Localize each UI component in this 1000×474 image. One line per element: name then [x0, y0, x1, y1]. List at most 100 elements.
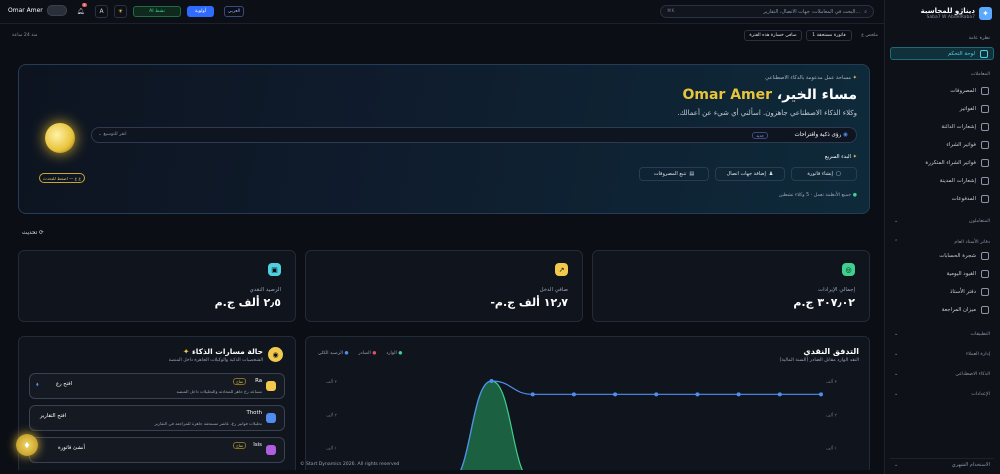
sidebar-item-general-ledger[interactable]: دفتر الأستاذ [890, 285, 994, 298]
data-point [819, 392, 823, 397]
search-icon: ⌕ [864, 8, 867, 15]
open-agent-button[interactable]: افتح رع [56, 381, 72, 387]
sidebar-item-label: ميزان المراجعة [941, 306, 976, 313]
sidebar-group-ledger[interactable]: دفاتر الأستاذ العام ⌃ [890, 237, 994, 247]
ai-agents-panel: ◉ حالة مسارات الذكاء ✦ الشخصيات الذكية و… [18, 336, 296, 470]
y-tick-left: ١ ألف [326, 445, 337, 452]
priority-button[interactable]: أولوية [187, 6, 214, 17]
series-line-balance [459, 380, 821, 470]
language-button[interactable]: العربي [224, 6, 244, 17]
sidebar-item-debit-notes[interactable]: إشعارات المدينة [890, 174, 994, 187]
sidebar-item-trial-balance[interactable]: ميزان المراجعة [890, 303, 994, 316]
y-tick-right: ٢ ألف [826, 411, 838, 418]
sidebar-item-credit-notes[interactable]: إشعارات الدائنة [890, 120, 994, 133]
card-icon [981, 194, 989, 203]
thoth-icon [266, 413, 276, 423]
main-content: ✦ مساحة عمل مدعومة بالذكاء الاصطناعي مسا… [6, 50, 878, 470]
kpi-value: ٣٠٧٫٠٢ ج.م [793, 296, 855, 309]
track-expenses-button[interactable]: ▤ تتبع المصروفات [639, 167, 709, 181]
app-root: ✦ ديناژو للمحاسبة Saba7 W AbdelRaba7 نظر… [0, 0, 1000, 474]
agent-desc: مساعد رع جاهز للمحادثة والتحليلات داخل ا… [176, 389, 263, 394]
voice-orb[interactable] [45, 123, 75, 153]
sun-icon [266, 381, 276, 391]
sidebar-item-label: الفواتير [959, 105, 976, 112]
user-menu[interactable]: Omar Amer [8, 5, 67, 16]
hero-panel: ✦ مساحة عمل مدعومة بالذكاء الاصطناعي مسا… [18, 64, 870, 214]
monthly-usage[interactable]: الاستخدام الشهري ⌄ [890, 458, 994, 470]
agent-card-ra[interactable]: Ra متاح مساعد رع جاهز للمحادثة والتحليلا… [29, 373, 285, 399]
voice-orb-tag[interactable]: ع ع — اضغط للتحدث [39, 173, 85, 183]
section-transactions: المعاملات [970, 72, 990, 77]
avatar [46, 5, 67, 16]
sparkle-icon: ✦ [183, 347, 190, 356]
sidebar-item-label: فواتير الشراء المتكررة [925, 159, 976, 166]
greeting-name: Omar Amer [682, 87, 773, 103]
sidebar-item-dashboard[interactable]: لوحة التحكم [890, 47, 994, 60]
open-reports-button[interactable]: افتح التقارير [40, 413, 66, 419]
kpi-card-net-income[interactable]: ↗ صافي الدخل -١٢٫٧ ألف ج.م [305, 250, 583, 322]
agent-card-isis[interactable]: Isis متاح أنشئ فاتورة [29, 437, 285, 463]
bell-icon[interactable]: 🔔︎ 5 [74, 3, 87, 18]
sidebar-item-invoices[interactable]: الفواتير [890, 102, 994, 115]
agent-name: Thoth [246, 410, 262, 416]
brand-logo-icon: ✦ [979, 6, 992, 20]
sidebar-group-ai[interactable]: الذكاء الاصطناعي ⌄ [890, 369, 994, 379]
search-shortcut: ⌘K [667, 9, 675, 14]
sidebar-item-journal[interactable]: القيود اليومية [890, 267, 994, 280]
insights-toggle[interactable]: ◉ رؤى ذكية واقتراحات جديد ⌄ انقر للتوسيع [91, 127, 857, 143]
sidebar-group-label: دفاتر الأستاذ العام [954, 239, 990, 245]
agent-name: Ra [255, 378, 262, 384]
sidebar-item-label: القيود اليومية [946, 270, 976, 277]
sidebar-item-label: فواتير الشراء [946, 141, 976, 148]
topbar: ⌕ البحث في المعاملات، جهات الاتصال، التق… [0, 0, 884, 24]
agent-icon: ⬧ [36, 381, 39, 388]
data-point [489, 379, 494, 383]
sidebar-group-settings[interactable]: الإعدادات ⌄ [890, 389, 994, 399]
voice-assistant-button[interactable]: ♦ [16, 434, 38, 456]
refresh-button[interactable]: تحديث ⟳ [22, 230, 44, 236]
kpi-card-revenue[interactable]: ◎ إجمالي الإيرادات ٣٠٧٫٠٢ ج.م [592, 250, 870, 322]
sidebar-item-label: إشعارات المدينة [939, 177, 976, 184]
hero-eyebrow-text: مساحة عمل مدعومة بالذكاء الاصطناعي [765, 75, 851, 81]
y-tick-left: ٢ ألف [326, 411, 338, 418]
sidebar-item-payments[interactable]: المدفوعات [890, 192, 994, 205]
due-invoice-button[interactable]: 1 فاتورة مستحقة [806, 30, 852, 41]
system-status: ● جميع الأنظمة تعمل · 5 وكلاء نشطين [779, 193, 857, 198]
create-invoice-agent-button[interactable]: أنشئ فاتورة [58, 445, 85, 451]
status-text: جميع الأنظمة تعمل [813, 193, 852, 198]
sidebar-item-label: المصروفات [950, 87, 976, 94]
kpi-card-cash[interactable]: ▣ الرصيد النقدي ٢٫٥ ألف ج.م [18, 250, 296, 322]
wallet-icon: ▣ [268, 263, 281, 276]
agents-title-text: حالة مسارات الذكاء [191, 347, 263, 356]
greeting: مساء الخير، Omar Amer [682, 87, 857, 103]
quick-start-label: البدء السريع [824, 154, 851, 160]
note-icon [981, 176, 989, 185]
sidebar-item-bills[interactable]: فواتير الشراء [890, 138, 994, 151]
sidebar-group-admin[interactable]: إدارة العملاء ⌄ [890, 349, 994, 359]
net-loss-button[interactable]: صافي خسارة هذه الفترة [744, 30, 802, 41]
search-input[interactable]: ⌕ البحث في المعاملات، جهات الاتصال، التق… [660, 5, 874, 18]
sidebar-item-label: شجرة الحسابات [939, 252, 976, 259]
y-tick-right: ٣ ألف [826, 378, 838, 385]
translate-icon[interactable]: A [95, 5, 108, 18]
chevron-down-icon: ⌄ [894, 351, 899, 357]
refresh-icon: ⟳ [38, 230, 44, 236]
sidebar-group-label: الإعدادات [971, 391, 990, 397]
create-invoice-button[interactable]: ▢ إنشاء فاتورة [791, 167, 857, 181]
sun-icon[interactable]: ☀ [114, 5, 127, 18]
agent-card-thoth[interactable]: Thoth تحليلات فواتير رع، عاشر مستحقة جاه… [29, 405, 285, 431]
sidebar-item-expenses[interactable]: المصروفات [890, 84, 994, 97]
sidebar-item-recurring-bills[interactable]: فواتير الشراء المتكررة [890, 156, 994, 169]
sidebar-item-chart-of-accounts[interactable]: شجرة الحسابات [890, 249, 994, 262]
brand[interactable]: ✦ ديناژو للمحاسبة Saba7 W AbdelRaba7 [892, 4, 992, 22]
sidebar-group-apps[interactable]: التطبيقات ⌄ [890, 329, 994, 339]
scale-icon [981, 305, 989, 314]
add-contacts-button[interactable]: ♟ إضافة جهات اتصال [715, 167, 785, 181]
sidebar-group-contacts[interactable]: المتعاملون ⌄ [890, 216, 994, 226]
chart-icon: ◎ [842, 263, 855, 276]
book-icon [981, 269, 989, 278]
sidebar-group-label: المتعاملون [969, 218, 990, 224]
expand-hint: ⌄ انقر للتوسيع [98, 132, 127, 137]
sidebar-group-label: التطبيقات [970, 331, 990, 337]
data-point [736, 392, 741, 397]
